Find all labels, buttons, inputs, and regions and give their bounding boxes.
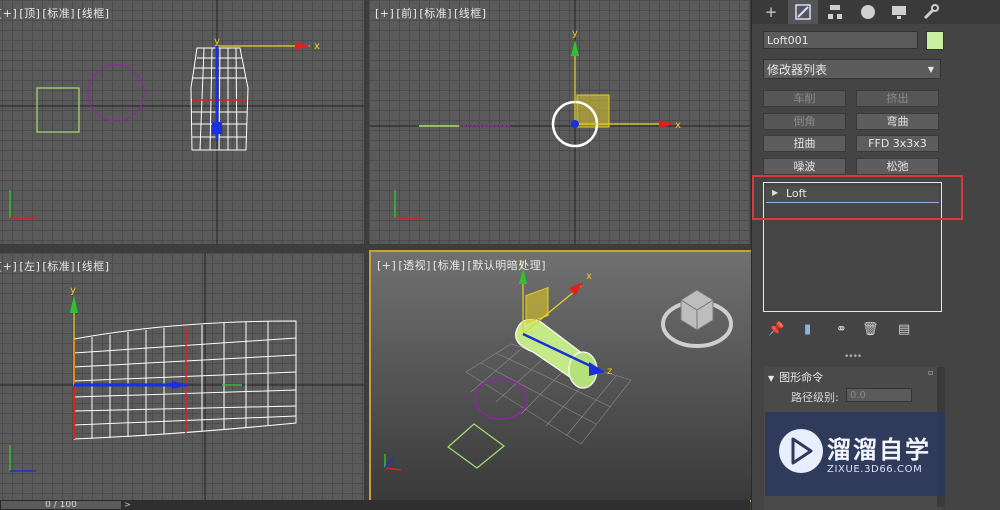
viewport-front[interactable]: [+] [前] [标准] [线框] x y	[369, 0, 750, 244]
viewport-perspective-scene: x y z	[384, 258, 733, 471]
viewport-front-label[interactable]: [+] [前] [标准] [线框]	[375, 5, 489, 21]
world-axis-tripod	[9, 190, 38, 219]
annotation-highlight-box	[752, 175, 963, 220]
loft-wireframe[interactable]	[190, 47, 249, 151]
watermark-url: ZIXUE.3D66.COM	[827, 464, 923, 475]
rectangle-shape[interactable]	[36, 87, 80, 133]
svg-text:x: x	[586, 271, 592, 282]
dropdown-arrow-icon: ▼	[927, 65, 934, 74]
ffd-button[interactable]: FFD 3x3x3	[856, 135, 939, 152]
svg-text:y: y	[572, 28, 578, 39]
relax-button[interactable]: 松弛	[856, 158, 939, 175]
viewport-top-scene: x y	[0, 0, 364, 244]
viewport-left-label[interactable]: [+][左][标准][线框]	[0, 258, 112, 274]
svg-text:y: y	[214, 36, 220, 47]
time-slider[interactable]: 0 / 100	[0, 500, 122, 510]
collapse-triangle-icon[interactable]: ▼	[768, 374, 774, 383]
rectangle-shape[interactable]	[447, 423, 505, 469]
bend-button[interactable]: 弯曲	[856, 113, 939, 130]
extrude-button[interactable]: 挤出	[856, 90, 939, 107]
stack-toolbar: 📌 ▮ ⚭ 🗑 ▤	[764, 322, 944, 338]
show-end-result-icon[interactable]: ▮	[804, 322, 811, 337]
play-logo-icon	[779, 429, 823, 473]
twist-button[interactable]: 扭曲	[763, 135, 846, 152]
make-unique-icon[interactable]: ⚭	[836, 322, 847, 337]
command-panel-tabs: +	[752, 0, 1000, 24]
world-axis-tripod	[384, 454, 402, 471]
resize-handle[interactable]: ••••	[844, 352, 862, 362]
circle-shape[interactable]	[474, 378, 528, 420]
object-color-swatch[interactable]	[926, 31, 944, 50]
remove-modifier-icon[interactable]: 🗑	[862, 322, 879, 337]
svg-text:x: x	[675, 120, 681, 131]
rollout-header[interactable]: ▼ 图形命令	[768, 369, 823, 385]
path-level-label: 路径级别:	[791, 391, 839, 404]
viewport-front-scene: x y	[369, 0, 750, 244]
svg-text:x: x	[314, 41, 320, 52]
modify-icon[interactable]	[788, 0, 818, 24]
modifier-list-dropdown[interactable]: 修改器列表 ▼	[763, 59, 941, 79]
noise-button[interactable]: 噪波	[763, 158, 846, 175]
watermark-logo: 溜溜自学 ZIXUE.3D66.COM	[765, 412, 945, 496]
loft-wireframe-side[interactable]	[73, 320, 297, 440]
viewport-perspective-label[interactable]: [+] [透视] [标准] [默认明暗处理]	[377, 257, 548, 273]
next-frame-icon[interactable]: >	[124, 500, 136, 510]
circle-shape[interactable]	[87, 64, 145, 122]
viewport-perspective[interactable]: [+] [透视] [标准] [默认明暗处理] x y z	[369, 250, 755, 502]
world-axis-tripod	[9, 445, 36, 472]
rollout-pin-icon[interactable]: ▫	[928, 368, 936, 377]
utilities-icon[interactable]	[916, 0, 946, 24]
viewport-top[interactable]: [+][顶][标准][线框] x y	[0, 0, 364, 244]
object-name-field[interactable]: Loft001	[763, 31, 918, 49]
viewport-left-scene: y	[0, 253, 364, 510]
watermark-title: 溜溜自学	[827, 436, 931, 464]
svg-text:z: z	[607, 366, 612, 377]
create-icon[interactable]: +	[756, 0, 786, 24]
path-level-spinner[interactable]: 0.0	[846, 388, 912, 402]
svg-text:y: y	[70, 285, 76, 296]
lathe-button[interactable]: 车削	[763, 90, 846, 107]
pin-stack-icon[interactable]: 📌	[768, 322, 784, 337]
viewport-top-label[interactable]: [+][顶][标准][线框]	[0, 5, 112, 21]
configure-modifier-sets-icon[interactable]: ▤	[898, 322, 910, 337]
display-icon[interactable]	[884, 0, 914, 24]
bevel-button[interactable]: 倒角	[763, 113, 846, 130]
viewcube-icon[interactable]	[661, 289, 733, 348]
viewport-left[interactable]: [+][左][标准][线框] y	[0, 253, 364, 510]
hierarchy-icon[interactable]	[820, 0, 850, 24]
motion-icon[interactable]	[852, 0, 882, 24]
world-axis-tripod	[394, 190, 423, 219]
